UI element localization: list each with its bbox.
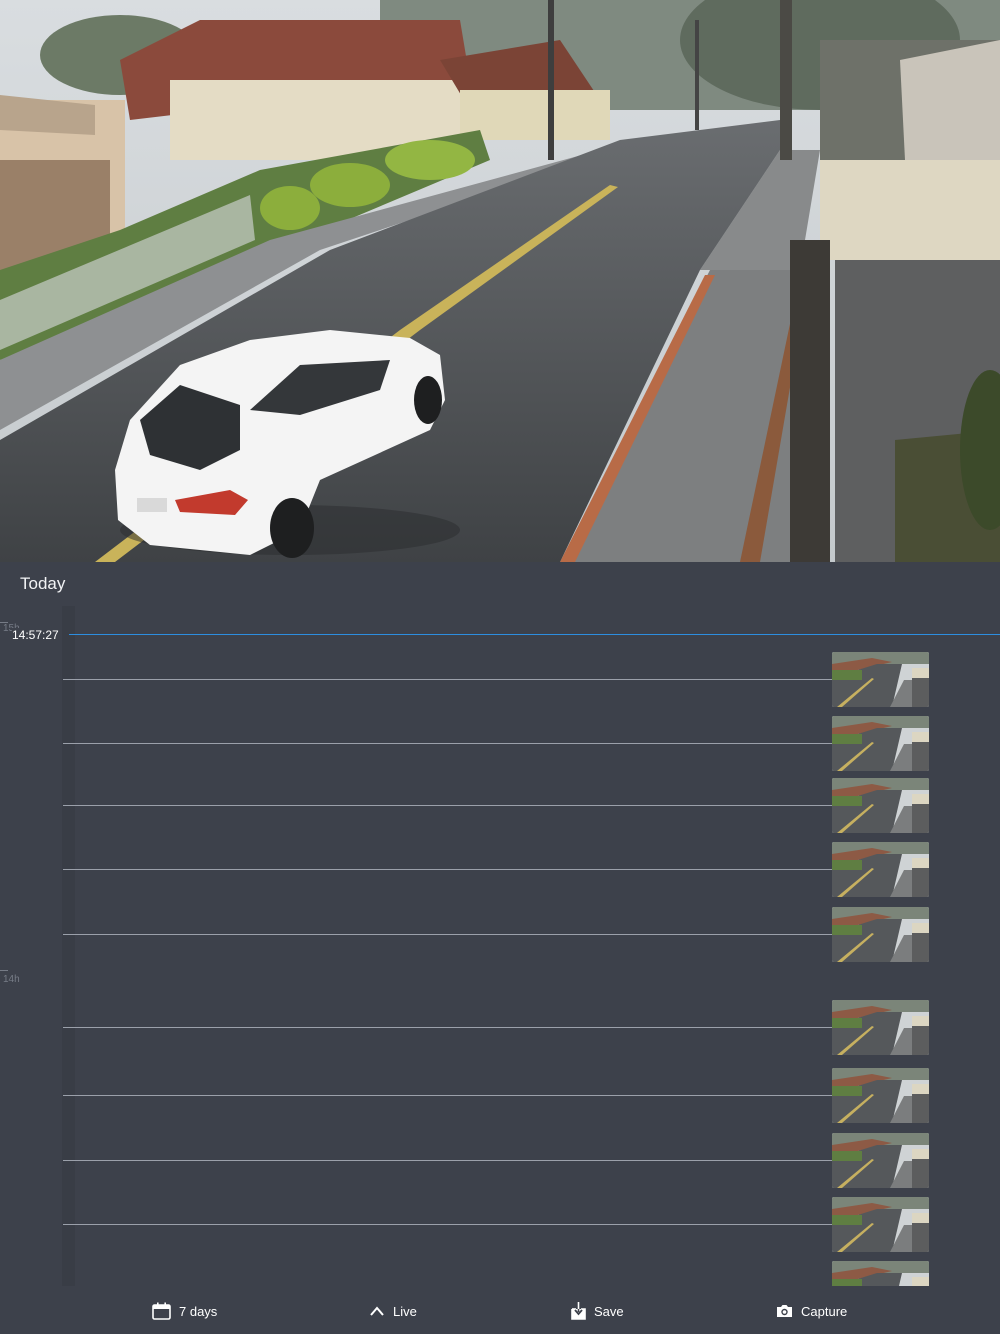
event-line xyxy=(63,934,832,935)
thumbnail-image xyxy=(832,1068,929,1123)
save-label: Save xyxy=(594,1303,624,1319)
chevron-up-icon xyxy=(370,1306,384,1316)
thumbnail-image xyxy=(832,716,929,771)
timeline-ruler xyxy=(62,606,75,1286)
capture-label: Capture xyxy=(801,1303,848,1319)
thumbnail-image xyxy=(832,652,929,707)
camera-timeline-screen: Today 15h 14h 14:57:27 7 days Live xyxy=(0,0,1000,1334)
camera-video-view[interactable] xyxy=(0,0,1000,562)
hour-tick-14h xyxy=(0,970,8,971)
thumbnail-image xyxy=(832,1261,929,1286)
live-label: Live xyxy=(393,1303,417,1319)
event-line xyxy=(63,1095,832,1096)
calendar-icon xyxy=(152,1302,171,1320)
event-line xyxy=(63,679,832,680)
hour-label-14h: 14h xyxy=(3,974,20,985)
event-thumbnail[interactable] xyxy=(832,716,929,771)
event-line xyxy=(63,869,832,870)
event-line xyxy=(63,743,832,744)
thumbnail-image xyxy=(832,1133,929,1188)
current-time-line xyxy=(69,634,1000,635)
bottom-toolbar: 7 days Live Save Capture xyxy=(0,1286,1000,1334)
events-timeline[interactable]: 15h 14h 14:57:27 xyxy=(0,606,1000,1286)
event-thumbnail[interactable] xyxy=(832,842,929,897)
street-scene-image xyxy=(0,0,1000,562)
event-thumbnail[interactable] xyxy=(832,907,929,962)
thumbnail-image xyxy=(832,778,929,833)
thumbnail-image xyxy=(832,907,929,962)
event-thumbnail[interactable] xyxy=(832,652,929,707)
download-icon xyxy=(571,1302,586,1320)
event-line xyxy=(63,805,832,806)
days-range-button[interactable]: 7 days xyxy=(152,1300,217,1322)
day-header: Today xyxy=(20,574,66,593)
days-range-label: 7 days xyxy=(179,1303,218,1319)
camera-icon xyxy=(777,1305,792,1317)
event-thumbnail[interactable] xyxy=(832,1261,929,1286)
event-line xyxy=(63,1160,832,1161)
capture-button[interactable]: Capture xyxy=(776,1300,847,1322)
event-thumbnail[interactable] xyxy=(832,1000,929,1055)
event-thumbnail[interactable] xyxy=(832,1068,929,1123)
event-thumbnail[interactable] xyxy=(832,1197,929,1252)
thumbnail-image xyxy=(832,1000,929,1055)
thumbnail-image xyxy=(832,1197,929,1252)
current-time-label: 14:57:27 xyxy=(12,628,61,642)
event-thumbnail[interactable] xyxy=(832,778,929,833)
save-button[interactable]: Save xyxy=(571,1300,624,1322)
live-button[interactable]: Live xyxy=(369,1300,417,1322)
event-line xyxy=(63,1027,832,1028)
event-thumbnail[interactable] xyxy=(832,1133,929,1188)
event-line xyxy=(63,1224,832,1225)
thumbnail-image xyxy=(832,842,929,897)
